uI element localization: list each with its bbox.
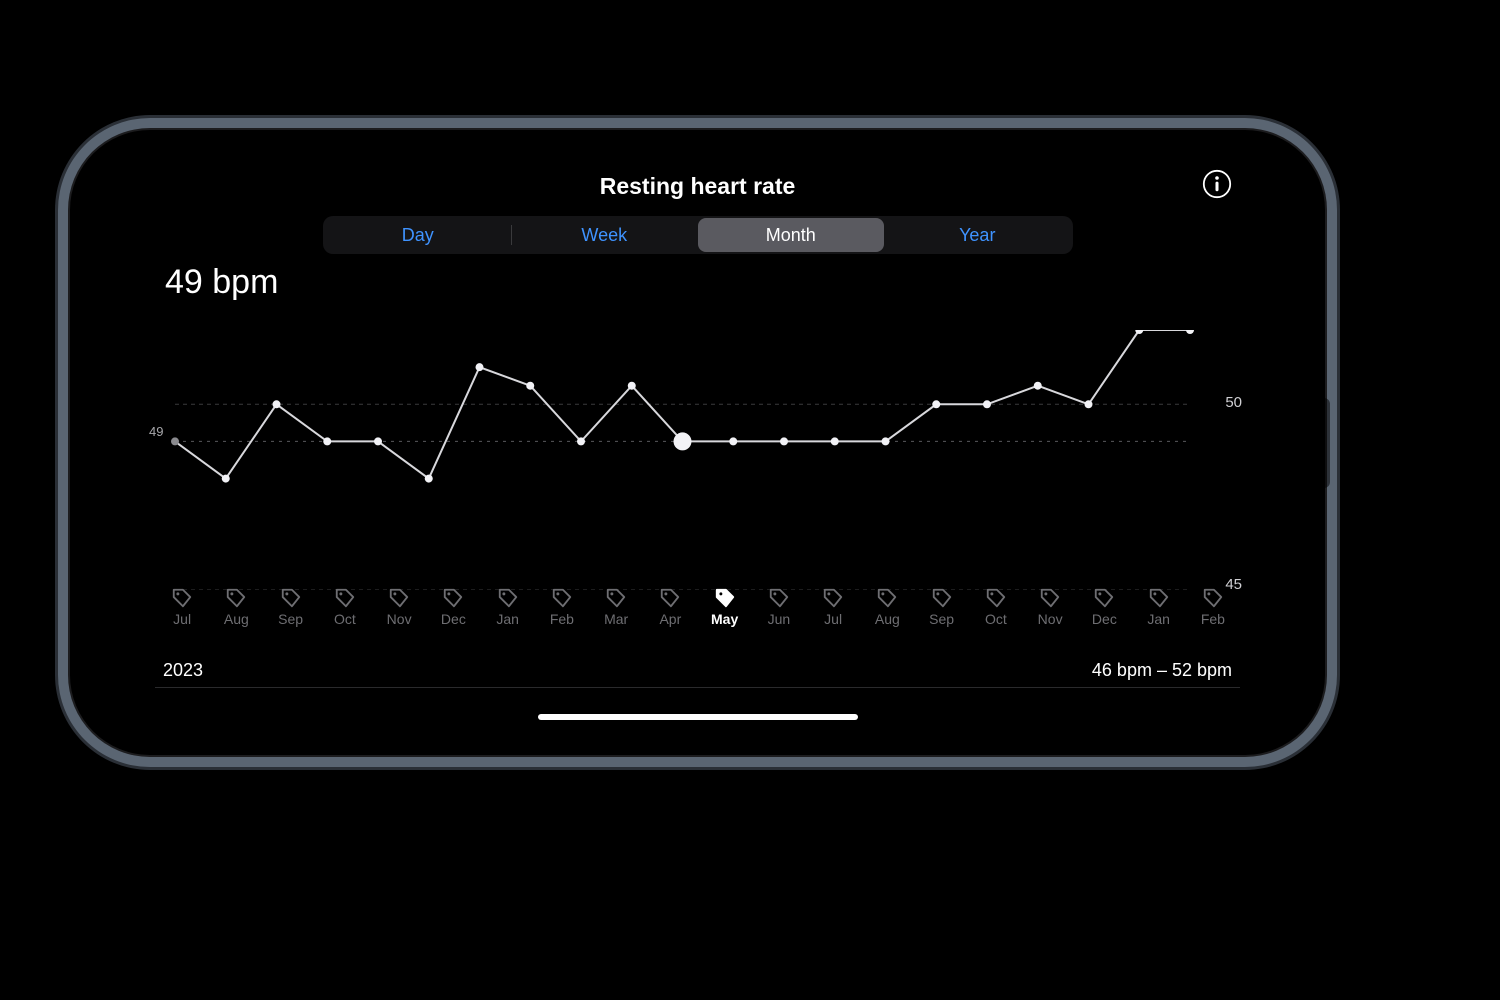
month-label: Mar: [604, 611, 628, 627]
tag-icon: [714, 587, 736, 609]
month-label: Oct: [334, 611, 356, 627]
month-label: Jul: [824, 611, 842, 627]
month-label: Sep: [278, 611, 303, 627]
segment-year-label: Year: [959, 225, 995, 246]
tag-icon: [985, 587, 1007, 609]
month-cell-mar-8[interactable]: Mar: [589, 587, 643, 645]
screen: Resting heart rate Day Week: [110, 155, 1285, 730]
phone-frame: Resting heart rate Day Week: [70, 130, 1325, 755]
month-cell-feb-19[interactable]: Feb: [1186, 587, 1240, 645]
month-label: Nov: [1038, 611, 1063, 627]
month-cell-nov-16[interactable]: Nov: [1023, 587, 1077, 645]
month-label: Sep: [929, 611, 954, 627]
month-label: May: [711, 611, 738, 627]
month-cell-sep-14[interactable]: Sep: [915, 587, 969, 645]
month-label: Jun: [768, 611, 791, 627]
month-cell-dec-17[interactable]: Dec: [1077, 587, 1131, 645]
month-label: Jan: [496, 611, 519, 627]
month-label: Apr: [659, 611, 681, 627]
month-cell-oct-3[interactable]: Oct: [318, 587, 372, 645]
chart-svg: [155, 330, 1240, 590]
y-start-label: 49: [149, 424, 163, 439]
month-cell-jan-18[interactable]: Jan: [1132, 587, 1186, 645]
month-cell-nov-4[interactable]: Nov: [372, 587, 426, 645]
tag-icon: [931, 587, 953, 609]
segment-year[interactable]: Year: [884, 218, 1071, 252]
month-cell-apr-9[interactable]: Apr: [643, 587, 697, 645]
tag-icon: [551, 587, 573, 609]
segment-divider: [511, 225, 512, 245]
month-cell-may-10[interactable]: May: [698, 587, 752, 645]
range-segmented-control: Day Week Month Year: [323, 216, 1073, 254]
tag-icon: [605, 587, 627, 609]
footer-year: 2023: [163, 660, 203, 681]
tag-icon: [1148, 587, 1170, 609]
page-title: Resting heart rate: [600, 173, 796, 199]
month-label: Jan: [1147, 611, 1170, 627]
segment-week-label: Week: [581, 225, 627, 246]
month-label: Oct: [985, 611, 1007, 627]
tag-icon: [442, 587, 464, 609]
month-cell-aug-13[interactable]: Aug: [860, 587, 914, 645]
heart-rate-chart[interactable]: 49 50 45: [155, 330, 1240, 590]
month-label: Aug: [875, 611, 900, 627]
side-notch: [1318, 398, 1330, 488]
segment-month[interactable]: Month: [698, 218, 885, 252]
tag-icon: [280, 587, 302, 609]
month-cell-sep-2[interactable]: Sep: [264, 587, 318, 645]
month-cell-dec-5[interactable]: Dec: [426, 587, 480, 645]
tag-icon: [659, 587, 681, 609]
segment-week[interactable]: Week: [511, 218, 698, 252]
info-icon: [1202, 169, 1232, 199]
x-axis: Jul Aug Sep Oct Nov Dec Jan Feb Mar Ap: [155, 587, 1240, 645]
app-content: Resting heart rate Day Week: [155, 155, 1240, 730]
y-tick-50: 50: [1225, 394, 1242, 411]
month-cell-jul-12[interactable]: Jul: [806, 587, 860, 645]
tag-icon: [388, 587, 410, 609]
segment-day-label: Day: [402, 225, 434, 246]
current-value: 49 bpm: [165, 263, 278, 302]
footer: 2023 46 bpm – 52 bpm: [155, 660, 1240, 688]
month-cell-jun-11[interactable]: Jun: [752, 587, 806, 645]
segment-month-label: Month: [766, 225, 816, 246]
month-cell-oct-15[interactable]: Oct: [969, 587, 1023, 645]
tag-icon: [334, 587, 356, 609]
tag-icon: [225, 587, 247, 609]
month-cell-aug-1[interactable]: Aug: [209, 587, 263, 645]
month-label: Dec: [1092, 611, 1117, 627]
tag-icon: [1202, 587, 1224, 609]
footer-range: 46 bpm – 52 bpm: [1092, 660, 1232, 681]
month-cell-jan-6[interactable]: Jan: [481, 587, 535, 645]
month-label: Jul: [173, 611, 191, 627]
month-label: Feb: [550, 611, 574, 627]
tag-icon: [876, 587, 898, 609]
month-label: Nov: [387, 611, 412, 627]
month-cell-jul-0[interactable]: Jul: [155, 587, 209, 645]
month-label: Feb: [1201, 611, 1225, 627]
tag-icon: [768, 587, 790, 609]
home-indicator[interactable]: [538, 714, 858, 720]
info-button[interactable]: [1202, 169, 1232, 199]
tag-icon: [1039, 587, 1061, 609]
tag-icon: [171, 587, 193, 609]
tag-icon: [822, 587, 844, 609]
header: Resting heart rate: [155, 155, 1240, 200]
month-cell-feb-7[interactable]: Feb: [535, 587, 589, 645]
tag-icon: [497, 587, 519, 609]
month-label: Aug: [224, 611, 249, 627]
segment-day[interactable]: Day: [325, 218, 512, 252]
tag-icon: [1093, 587, 1115, 609]
month-label: Dec: [441, 611, 466, 627]
